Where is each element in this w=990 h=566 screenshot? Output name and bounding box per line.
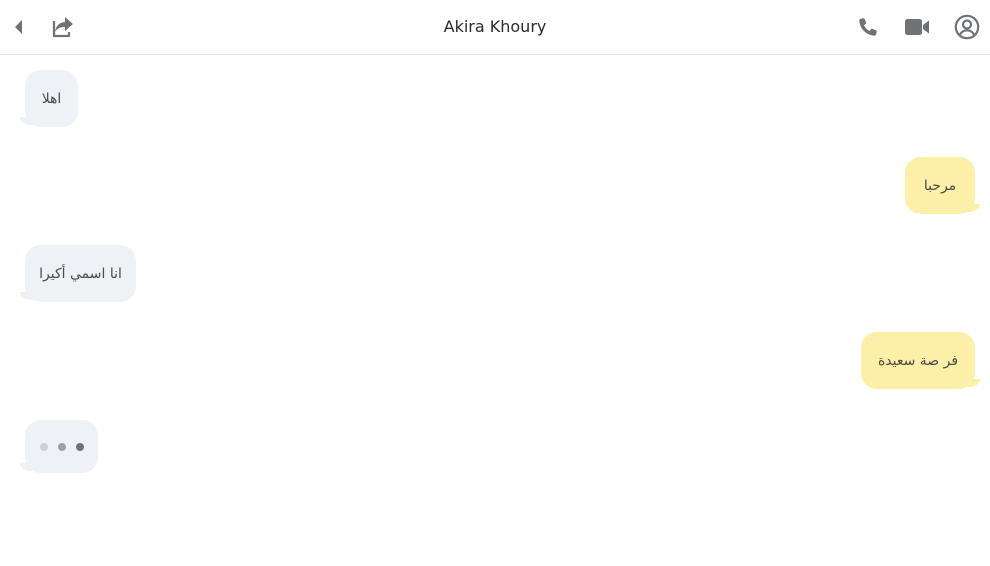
back-arrow-icon — [15, 20, 22, 34]
message-thread[interactable]: اهلا مرحبا انا اسمي أكيرا فر صة سعيدة — [0, 56, 990, 566]
incoming-message-bubble: اهلا — [25, 70, 78, 127]
outgoing-message-bubble: مرحبا — [905, 157, 975, 214]
incoming-message-bubble: انا اسمي أكيرا — [25, 245, 136, 302]
share-button[interactable] — [48, 0, 78, 54]
video-call-button[interactable] — [900, 0, 934, 54]
back-button[interactable] — [8, 0, 30, 54]
chat-header: Akira Khoury — [0, 0, 990, 55]
typing-indicator — [25, 420, 98, 473]
typing-dot — [75, 442, 84, 451]
typing-dot — [57, 442, 66, 451]
share-icon — [52, 17, 73, 38]
contact-name: Akira Khoury — [443, 17, 547, 36]
typing-dot — [39, 442, 48, 451]
outgoing-message-bubble: فر صة سعيدة — [861, 332, 975, 389]
video-camera-icon — [905, 19, 929, 35]
profile-icon — [954, 14, 980, 40]
call-button[interactable] — [853, 0, 883, 54]
phone-icon — [859, 18, 877, 36]
profile-button[interactable] — [950, 0, 984, 54]
